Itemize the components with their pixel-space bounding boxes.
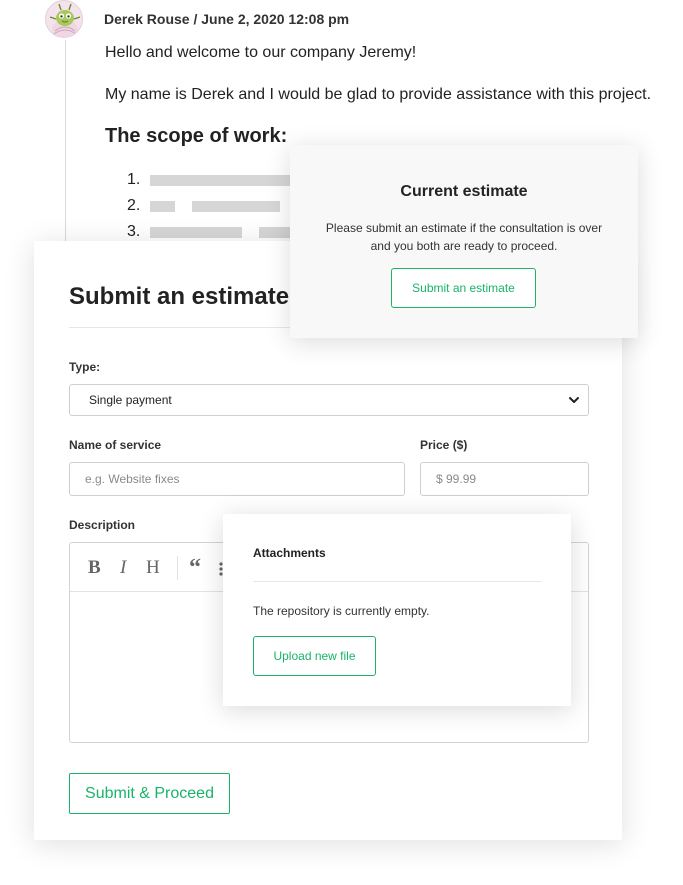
chevron-down-icon [569,397,579,403]
type-label: Type: [69,360,101,374]
redacted-text-bar [150,226,242,238]
bug-avatar-icon [49,3,81,37]
price-label: Price ($) [420,438,468,452]
scope-list: 1. 2. 3. [127,167,299,245]
submit-proceed-button[interactable]: Submit & Proceed [69,773,230,814]
attachments-empty-text: The repository is currently empty. [253,604,430,618]
redacted-text-bar [150,200,175,212]
message-greeting: Hello and welcome to our company Jeremy! [105,44,417,61]
message-author-date: Derek Rouse / June 2, 2020 12:08 pm [104,11,350,27]
current-estimate-title: Current estimate [400,183,528,200]
scope-item-number: 3. [127,223,141,240]
scope-item-number: 2. [127,197,141,214]
scope-title: The scope of work: [105,125,288,147]
service-name-input[interactable] [69,462,405,496]
description-label: Description [69,518,136,532]
bold-button[interactable]: B [88,557,101,579]
submit-estimate-button[interactable]: Submit an estimate [391,268,536,308]
redacted-text-bar [192,200,280,212]
message-intro: My name is Derek and I would be glad to … [105,86,652,103]
attachments-card: Attachments The repository is currently … [223,514,571,706]
type-select-value: Single payment [89,393,172,407]
current-estimate-card: Current estimate Please submit an estima… [290,145,638,338]
service-name-label: Name of service [69,438,162,452]
avatar [45,0,83,38]
toolbar-separator [177,556,178,580]
current-estimate-description: Please submit an estimate if the consult… [325,221,603,253]
scope-item: 2. [127,193,299,219]
submit-estimate-title: Submit an estimate [69,283,290,310]
heading-button[interactable]: H [146,557,160,579]
scope-item: 1. [127,167,299,193]
quote-icon[interactable]: “ [189,555,201,582]
thread-line [65,40,66,245]
type-select[interactable]: Single payment [69,384,589,416]
price-input[interactable] [420,462,589,496]
italic-button[interactable]: I [120,557,126,579]
attachments-title: Attachments [253,546,326,560]
upload-file-button[interactable]: Upload new file [253,636,376,676]
redacted-text-bar [150,174,290,186]
divider [253,581,541,582]
scope-item-number: 1. [127,171,141,188]
